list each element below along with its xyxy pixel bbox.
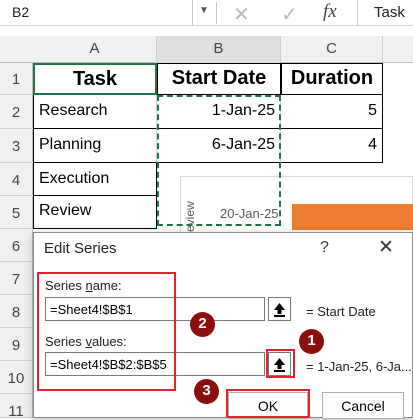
step-badge-3: 3 bbox=[194, 379, 219, 404]
column-header-b[interactable]: B bbox=[157, 36, 281, 63]
cell-duration-1[interactable]: 5 bbox=[281, 95, 383, 129]
row-header-3[interactable]: 3 bbox=[0, 129, 33, 163]
cell-task-4[interactable]: Review bbox=[33, 196, 157, 229]
name-box-dropdown-icon[interactable]: ▼ bbox=[199, 5, 209, 16]
dialog-title: Edit Series bbox=[44, 240, 117, 257]
row-header-6[interactable]: 6 bbox=[0, 229, 33, 262]
cell-task-2[interactable]: Planning bbox=[33, 129, 157, 163]
highlight-series-fields bbox=[37, 272, 176, 391]
row-header-11[interactable]: 11 bbox=[0, 394, 33, 420]
step-badge-1: 1 bbox=[299, 329, 324, 354]
column-header-c[interactable]: C bbox=[281, 36, 383, 63]
row-header-5[interactable]: 5 bbox=[0, 196, 33, 229]
highlight-ok-button bbox=[226, 389, 310, 418]
copy-selection-border bbox=[157, 95, 281, 226]
formula-input[interactable]: Task bbox=[357, 0, 413, 26]
row-header-10[interactable]: 10 bbox=[0, 361, 33, 394]
row-header-7[interactable]: 7 bbox=[0, 262, 33, 295]
header-cell-task[interactable]: Task bbox=[33, 63, 157, 95]
row-header-2[interactable]: 2 bbox=[0, 95, 33, 129]
cell-task-1[interactable]: Research bbox=[33, 95, 157, 129]
close-icon[interactable]: ✕ bbox=[378, 236, 394, 259]
column-header-a[interactable]: A bbox=[33, 36, 157, 63]
help-icon[interactable]: ? bbox=[320, 239, 329, 257]
collapse-dialog-icon bbox=[274, 303, 285, 317]
series-values-result: = 1-Jan-25, 6-Ja... bbox=[306, 359, 412, 374]
cancel-button[interactable]: Cancel bbox=[322, 392, 404, 419]
header-cell-start-date[interactable]: Start Date bbox=[157, 63, 281, 95]
row-header-9[interactable]: 9 bbox=[0, 328, 33, 361]
step-badge-2: 2 bbox=[190, 312, 215, 337]
cell-duration-2[interactable]: 4 bbox=[281, 129, 383, 163]
series-name-collapse-button[interactable] bbox=[268, 297, 291, 321]
name-box[interactable]: B2 bbox=[0, 0, 193, 26]
enter-icon[interactable]: ✓ bbox=[281, 2, 298, 26]
cell-task-3[interactable]: Execution bbox=[33, 163, 157, 196]
row-header-1[interactable]: 1 bbox=[0, 63, 33, 95]
series-name-result: = Start Date bbox=[306, 304, 376, 319]
cancel-icon[interactable]: ✕ bbox=[233, 2, 250, 26]
row-header-8[interactable]: 8 bbox=[0, 295, 33, 328]
row-header-4[interactable]: 4 bbox=[0, 163, 33, 196]
highlight-collapse-button bbox=[266, 349, 295, 378]
formula-bar-separator bbox=[216, 2, 217, 24]
chart-bar[interactable] bbox=[292, 204, 413, 230]
header-cell-duration[interactable]: Duration bbox=[281, 63, 383, 95]
insert-function-icon[interactable]: fx bbox=[323, 1, 337, 23]
